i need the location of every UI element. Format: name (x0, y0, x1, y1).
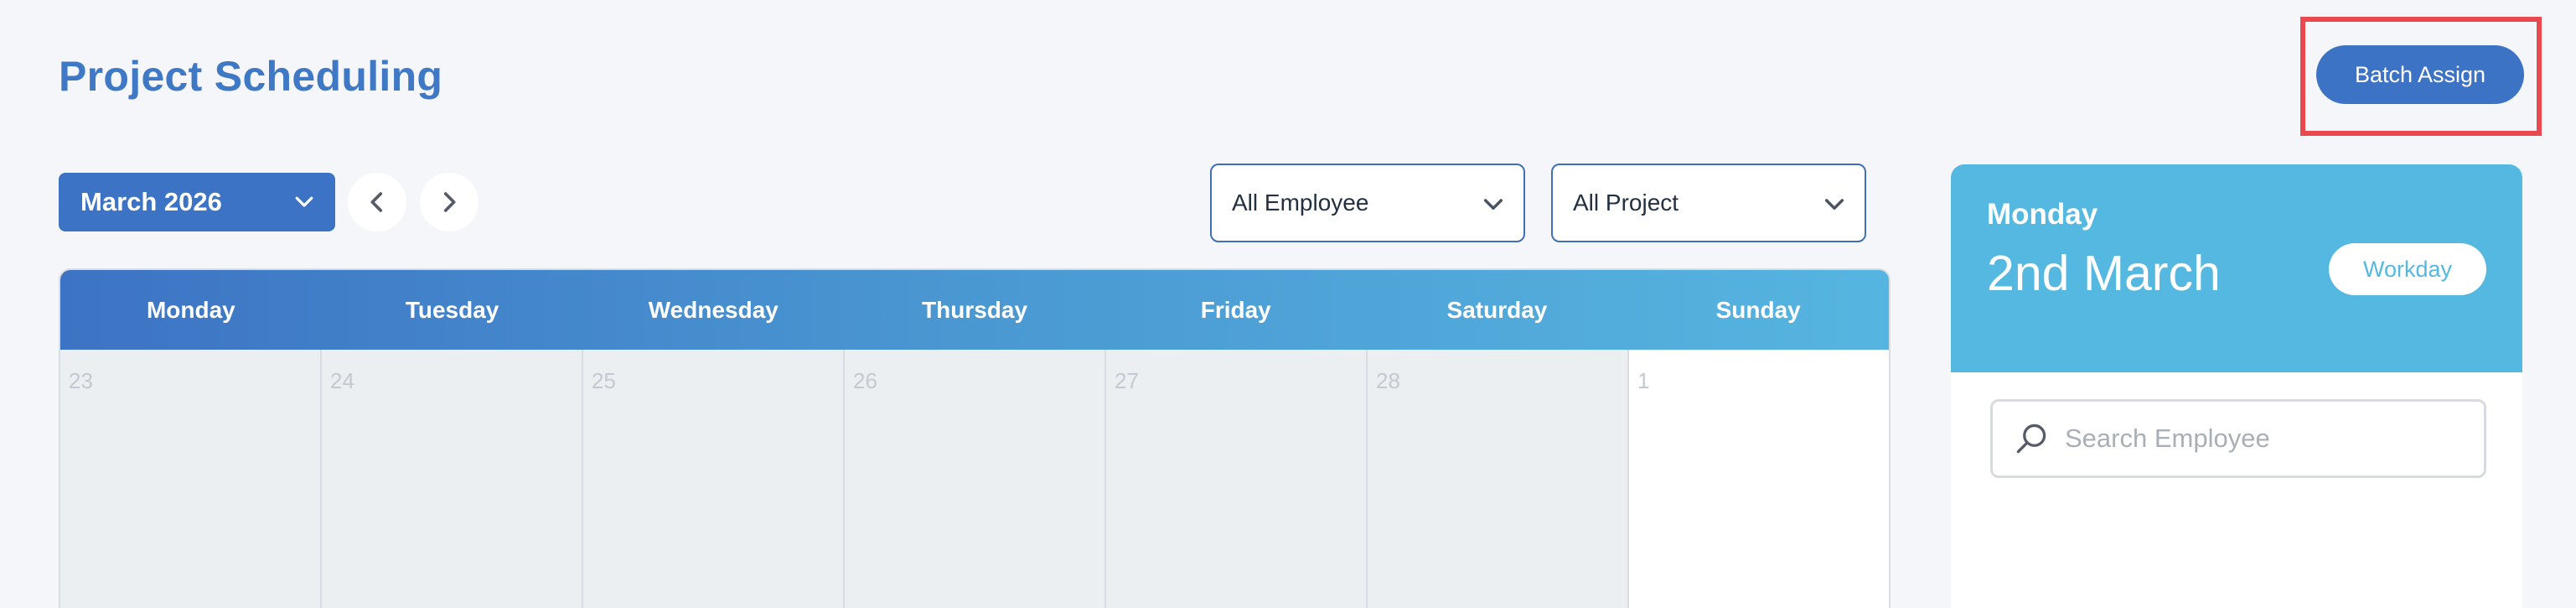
employee-filter-value: All Employee (1232, 190, 1369, 216)
project-filter-value: All Project (1573, 190, 1679, 216)
weekday-tuesday: Tuesday (405, 296, 499, 323)
chevron-down-icon (1483, 199, 1503, 210)
calendar-day-cell[interactable]: 25 (583, 350, 845, 608)
calendar-day-cell[interactable]: 24 (322, 350, 583, 608)
chevron-right-icon (443, 192, 456, 212)
day-detail-header: Monday 2nd March Workday (1951, 164, 2522, 372)
weekday-monday: Monday (146, 296, 235, 323)
workday-status-button[interactable]: Workday (2329, 243, 2486, 295)
day-number: 1 (1637, 368, 1650, 393)
weekday-sunday: Sunday (1715, 296, 1801, 323)
search-icon (2016, 424, 2046, 454)
chevron-down-icon (295, 196, 313, 207)
calendar-week-row: 23 24 25 26 27 28 1 (60, 350, 1889, 608)
employee-filter-select[interactable]: All Employee (1210, 164, 1525, 242)
day-number: 28 (1376, 368, 1400, 393)
calendar-day-cell[interactable]: 28 (1368, 350, 1629, 608)
project-scheduling-page: Project Scheduling Batch Assign March 20… (0, 0, 2576, 608)
day-number: 25 (592, 368, 616, 393)
calendar-grid: Monday Tuesday Wednesday Thursday Friday… (59, 268, 1891, 608)
next-month-button[interactable] (420, 173, 478, 231)
calendar-day-cell[interactable]: 1 (1629, 350, 1889, 608)
weekday-saturday: Saturday (1446, 296, 1548, 323)
calendar-day-cell[interactable]: 26 (845, 350, 1106, 608)
day-number: 23 (69, 368, 93, 393)
selected-weekday: Monday (1987, 198, 2098, 231)
month-select[interactable]: March 2026 (59, 173, 335, 231)
weekday-thursday: Thursday (922, 296, 1028, 323)
weekday-wednesday: Wednesday (648, 296, 778, 323)
day-number: 26 (853, 368, 877, 393)
calendar-day-cell[interactable]: 23 (60, 350, 322, 608)
search-employee-input[interactable] (2065, 424, 2467, 454)
previous-month-button[interactable] (348, 173, 406, 231)
chevron-down-icon (1824, 199, 1844, 210)
weekday-friday: Friday (1200, 296, 1271, 323)
project-filter-select[interactable]: All Project (1551, 164, 1866, 242)
month-select-label: March 2026 (80, 187, 222, 216)
page-title: Project Scheduling (59, 53, 443, 100)
day-detail-panel: Monday 2nd March Workday (1951, 164, 2522, 608)
employee-search-box[interactable] (1990, 399, 2486, 478)
calendar-day-cell[interactable]: 27 (1106, 350, 1368, 608)
day-number: 27 (1115, 368, 1139, 393)
selected-date: 2nd March (1987, 246, 2221, 301)
batch-assign-button[interactable]: Batch Assign (2316, 45, 2524, 104)
calendar-weekday-header: Monday Tuesday Wednesday Thursday Friday… (60, 270, 1889, 350)
chevron-left-icon (370, 192, 383, 212)
day-number: 24 (330, 368, 354, 393)
